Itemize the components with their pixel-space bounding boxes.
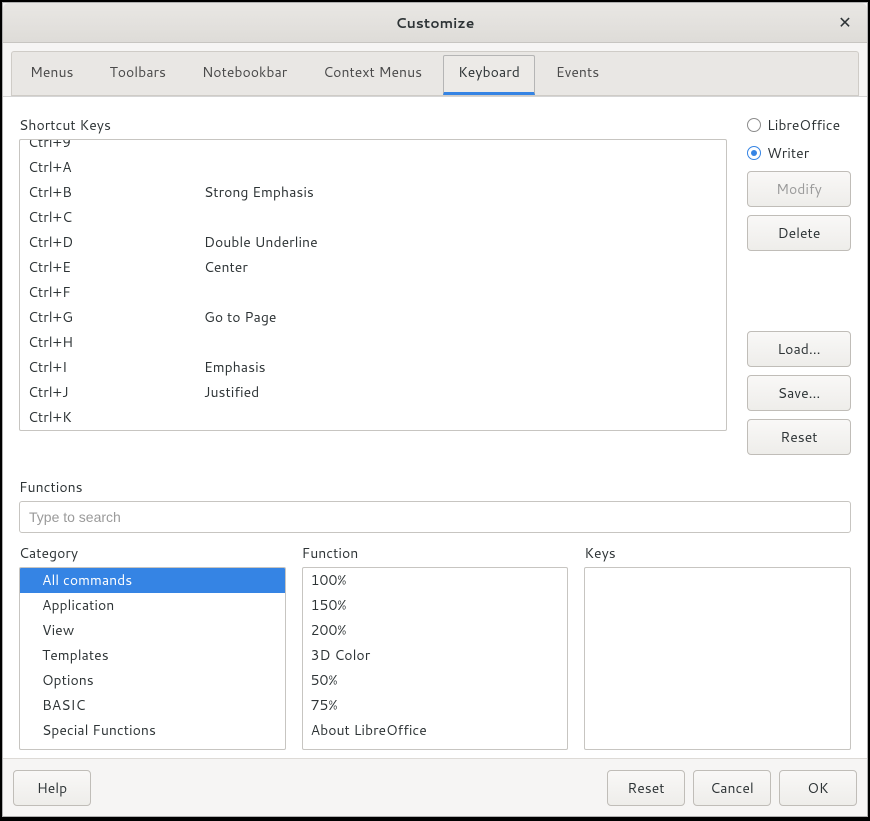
search-input[interactable]	[19, 501, 851, 533]
shortcut-key: Ctrl+9	[28, 139, 204, 152]
shortcut-command: Center	[204, 258, 248, 277]
tab-keyboard[interactable]: Keyboard	[443, 55, 535, 95]
category-label: Category	[19, 543, 286, 563]
shortcut-key: Ctrl+K	[28, 408, 204, 427]
scope-libreoffice-label: LibreOffice	[767, 115, 840, 135]
shortcut-row[interactable]: Ctrl+F	[20, 280, 726, 305]
function-item[interactable]: 50%	[303, 668, 568, 693]
keys-label: Keys	[584, 543, 851, 563]
category-item[interactable]: Special Functions	[20, 718, 285, 743]
function-item[interactable]: About LibreOffice	[303, 718, 568, 743]
shortcut-key: Ctrl+H	[28, 333, 204, 352]
shortcut-key: Ctrl+D	[28, 233, 204, 252]
shortcut-key: Ctrl+J	[28, 383, 204, 402]
shortcut-row[interactable]: Ctrl+9	[20, 139, 726, 155]
tab-notebookbar[interactable]: Notebookbar	[184, 52, 305, 95]
shortcut-row[interactable]: Ctrl+DDouble Underline	[20, 230, 726, 255]
tab-menus[interactable]: Menus	[12, 52, 91, 95]
reset-side-button[interactable]: Reset	[747, 419, 851, 455]
category-item[interactable]: Options	[20, 668, 285, 693]
function-item[interactable]: 150%	[303, 593, 568, 618]
category-item[interactable]: Templates	[20, 643, 285, 668]
save-button[interactable]: Save...	[747, 375, 851, 411]
delete-button[interactable]: Delete	[747, 215, 851, 251]
shortcut-key: Ctrl+C	[28, 208, 204, 227]
side-controls: LibreOffice Writer Modify Delete Load...…	[747, 115, 851, 463]
function-item[interactable]: 3D Color	[303, 643, 568, 668]
category-list[interactable]: All commandsApplicationViewTemplatesOpti…	[19, 567, 286, 750]
help-button[interactable]: Help	[13, 770, 91, 806]
function-label: Function	[302, 543, 569, 563]
radio-icon	[747, 146, 761, 160]
shortcut-command: Go to Page	[204, 308, 276, 327]
modify-button[interactable]: Modify	[747, 171, 851, 207]
dialog-title: Customize	[396, 13, 475, 33]
shortcut-key: Ctrl+I	[28, 358, 204, 377]
function-item[interactable]: Absolute Record	[303, 743, 568, 750]
tab-bar: MenusToolbarsNotebookbarContext MenusKey…	[11, 51, 859, 96]
shortcut-row[interactable]: Ctrl+C	[20, 205, 726, 230]
shortcut-command: Emphasis	[204, 358, 266, 377]
tab-events[interactable]: Events	[538, 52, 617, 95]
titlebar: Customize ✕	[3, 3, 867, 43]
shortcut-row[interactable]: Ctrl+IEmphasis	[20, 355, 726, 380]
shortcut-row[interactable]: Ctrl+GGo to Page	[20, 305, 726, 330]
function-item[interactable]: 100%	[303, 568, 568, 593]
close-icon[interactable]: ✕	[831, 3, 859, 42]
category-item[interactable]: View	[20, 618, 285, 643]
shortcut-command: Strong Emphasis	[204, 183, 314, 202]
category-item[interactable]: Insert	[20, 743, 285, 750]
function-item[interactable]: 75%	[303, 693, 568, 718]
function-list[interactable]: 100%150%200%3D Color50%75%About LibreOff…	[302, 567, 569, 750]
shortcut-keys-list[interactable]: Ctrl+9Ctrl+ACtrl+BStrong EmphasisCtrl+CC…	[19, 139, 727, 431]
tab-toolbars[interactable]: Toolbars	[91, 52, 184, 95]
category-item[interactable]: All commands	[20, 568, 285, 593]
shortcut-keys-label: Shortcut Keys	[19, 115, 727, 135]
function-item[interactable]: 200%	[303, 618, 568, 643]
shortcut-row[interactable]: Ctrl+H	[20, 330, 726, 355]
shortcut-row[interactable]: Ctrl+BStrong Emphasis	[20, 180, 726, 205]
shortcut-key: Ctrl+F	[28, 283, 204, 302]
scope-writer-label: Writer	[767, 143, 809, 163]
scope-libreoffice-radio[interactable]: LibreOffice	[747, 115, 851, 135]
shortcut-key: Ctrl+B	[28, 183, 204, 202]
shortcut-row[interactable]: Ctrl+K	[20, 405, 726, 430]
dialog-footer: Help Reset Cancel OK	[3, 758, 867, 816]
cancel-button[interactable]: Cancel	[693, 770, 771, 806]
category-item[interactable]: BASIC	[20, 693, 285, 718]
customize-dialog: Customize ✕ MenusToolbarsNotebookbarCont…	[2, 2, 868, 817]
keyboard-panel: Shortcut Keys Ctrl+9 Ctrl+A Ctrl+BStrong E…	[3, 96, 867, 758]
category-item[interactable]: Application	[20, 593, 285, 618]
radio-icon	[747, 118, 761, 132]
shortcut-key: Ctrl+G	[28, 308, 204, 327]
shortcut-row[interactable]: Ctrl+ECenter	[20, 255, 726, 280]
shortcut-row[interactable]: Ctrl+JJustified	[20, 380, 726, 405]
shortcut-command: Justified	[204, 383, 259, 402]
tab-context-menus[interactable]: Context Menus	[305, 52, 440, 95]
reset-button[interactable]: Reset	[607, 770, 685, 806]
keys-list[interactable]	[584, 567, 851, 750]
load-button[interactable]: Load...	[747, 331, 851, 367]
shortcut-row[interactable]: Ctrl+A	[20, 155, 726, 180]
scope-writer-radio[interactable]: Writer	[747, 143, 851, 163]
shortcut-key: Ctrl+A	[28, 158, 204, 177]
ok-button[interactable]: OK	[779, 770, 857, 806]
shortcut-key: Ctrl+E	[28, 258, 204, 277]
functions-label: Functions	[19, 477, 851, 497]
shortcut-command: Double Underline	[204, 233, 318, 252]
